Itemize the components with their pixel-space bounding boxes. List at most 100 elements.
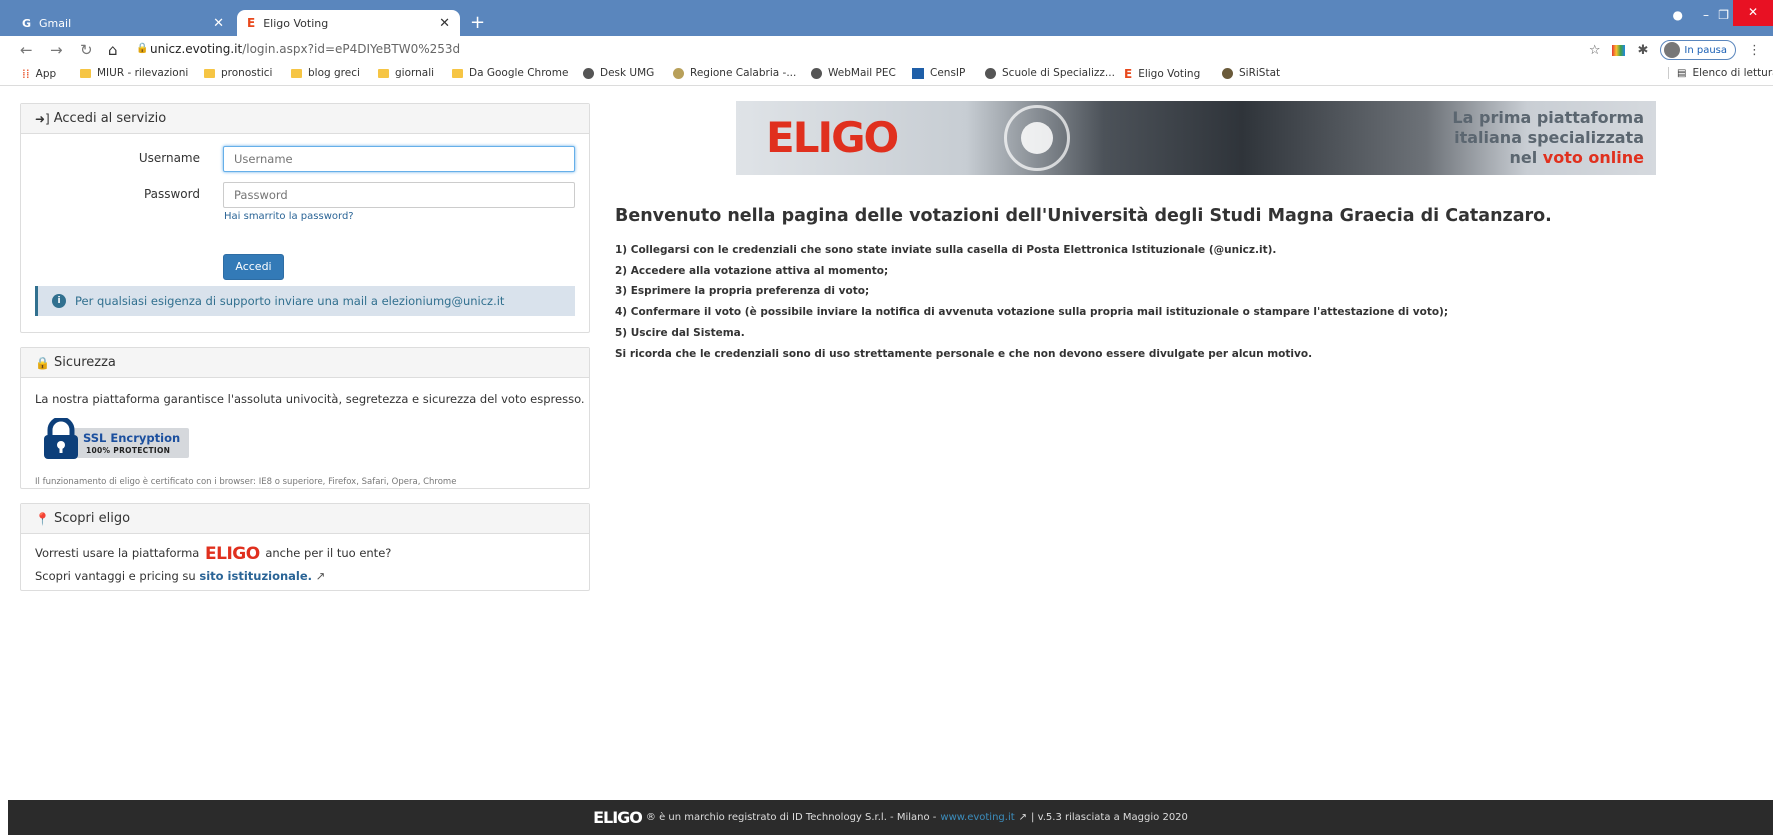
bookmark-star-icon[interactable]: ☆: [1589, 43, 1601, 58]
apps-grid-icon: ⁞⁞: [22, 67, 30, 81]
bookmark-giornali[interactable]: giornali: [378, 67, 434, 79]
reload-icon[interactable]: ↻: [80, 41, 93, 59]
security-panel: 🔒 Sicurezza La nostra piattaforma garant…: [20, 347, 590, 489]
banner-text: nel: [1509, 148, 1538, 167]
bookmark-da-google-chrome[interactable]: Da Google Chrome: [452, 67, 568, 79]
reading-list[interactable]: ▤ Elenco di lettura: [1668, 67, 1773, 79]
tab-title: Eligo Voting: [263, 16, 329, 30]
footer-logo: ELIGO: [593, 808, 643, 827]
bookmarks-bar: ⁞⁞ App MIUR - rilevazioni pronostici blog…: [0, 64, 1773, 86]
globe-icon: [985, 67, 996, 79]
browser-tabstrip: G Gmail ✕ E Eligo Voting ✕ + ● – ❐ ✕: [0, 0, 1773, 36]
discover-text: anche per il tuo ente?: [265, 546, 392, 560]
bookmark-label: Eligo Voting: [1138, 68, 1201, 80]
bookmark-label: WebMail PEC: [828, 67, 896, 79]
close-tab-icon[interactable]: ✕: [439, 16, 450, 31]
globe-icon: [1222, 67, 1233, 79]
bookmark-label: blog greci: [308, 67, 360, 79]
bookmark-eligo-voting[interactable]: E Eligo Voting: [1124, 67, 1200, 81]
tab-eligo-voting[interactable]: E Eligo Voting ✕: [237, 10, 460, 36]
folder-icon: [452, 68, 463, 78]
banner-line: italiana specializzata: [1454, 128, 1644, 147]
globe-icon: [673, 67, 684, 79]
username-label: Username: [138, 151, 200, 165]
home-icon[interactable]: ⌂: [108, 41, 118, 59]
touch-button-icon: [1021, 122, 1053, 154]
bookmark-label: giornali: [395, 67, 435, 79]
password-input[interactable]: [223, 182, 575, 208]
tab-title: Gmail: [39, 16, 72, 30]
panel-title: Scopri eligo: [53, 511, 131, 526]
bookmark-label: Da Google Chrome: [469, 67, 569, 79]
window-close-icon[interactable]: ✕: [1733, 0, 1773, 26]
back-icon[interactable]: ←: [20, 41, 33, 59]
evoting-link[interactable]: www.evoting.it: [940, 812, 1014, 823]
page-footer: ELIGO ® è un marchio registrato di ID Te…: [8, 800, 1773, 835]
globe-icon: [583, 67, 594, 79]
forward-icon[interactable]: →: [50, 41, 63, 59]
url-field[interactable]: unicz.evoting.it/login.aspx?id=eP4DIYeBT…: [150, 42, 460, 56]
lock-icon[interactable]: 🔒: [136, 43, 148, 54]
profile-status: In pausa: [1684, 44, 1727, 56]
instruction-step: 1) Collegarsi con le credenziali che son…: [615, 244, 1277, 256]
login-button[interactable]: Accedi: [223, 254, 284, 280]
bookmark-censip[interactable]: CensIP: [912, 67, 965, 79]
new-tab-button[interactable]: +: [470, 12, 485, 33]
external-link-icon[interactable]: ↗: [1019, 812, 1027, 823]
minimize-icon[interactable]: –: [1703, 8, 1709, 22]
eligo-favicon-icon: E: [247, 16, 256, 30]
bookmark-label: Regione Calabria -...: [690, 67, 797, 79]
banner-highlight: voto online: [1542, 148, 1644, 167]
bookmark-desk-umg[interactable]: Desk UMG: [583, 67, 654, 79]
sign-in-icon: ➜]: [35, 111, 50, 126]
bookmark-label: MIUR - rilevazioni: [97, 67, 189, 79]
extension-color-icon[interactable]: [1612, 44, 1626, 56]
bookmark-siristat[interactable]: SiRiStat: [1222, 67, 1280, 79]
bookmark-label: CensIP: [930, 67, 966, 79]
profile-pause-button[interactable]: In pausa: [1660, 40, 1736, 60]
discover-line-1: Vorresti usare la piattaforma ELIGO anch…: [35, 544, 391, 564]
bookmark-label: SiRiStat: [1239, 67, 1281, 79]
banner-line: La prima piattaforma: [1452, 108, 1644, 127]
bookmark-app[interactable]: ⁞⁞ App: [22, 67, 56, 81]
folder-icon: [80, 68, 91, 78]
credentials-notice: Si ricorda che le credenziali sono di us…: [615, 348, 1313, 360]
instruction-step: 3) Esprimere la propria preferenza di vo…: [615, 285, 870, 297]
security-text: La nostra piattaforma garantisce l'assol…: [35, 392, 585, 406]
close-tab-icon[interactable]: ✕: [213, 16, 224, 31]
security-panel-header: 🔒 Sicurezza: [21, 348, 589, 378]
bookmark-miur[interactable]: MIUR - rilevazioni: [80, 67, 188, 79]
reading-list-label: Elenco di lettura: [1692, 67, 1773, 79]
institutional-site-link[interactable]: sito istituzionale.: [199, 569, 312, 583]
instruction-step: 2) Accedere alla votazione attiva al mom…: [615, 265, 889, 277]
reading-list-icon: ▤: [1677, 67, 1687, 79]
forgot-password-link[interactable]: Hai smarrito la password?: [224, 211, 354, 222]
globe-icon: [811, 67, 822, 79]
discover-text: Vorresti usare la piattaforma: [35, 546, 200, 560]
bookmark-pronostici[interactable]: pronostici: [204, 67, 272, 79]
extensions-puzzle-icon[interactable]: ✱: [1637, 43, 1648, 58]
external-link-icon[interactable]: ↗: [316, 569, 326, 583]
menu-kebab-icon[interactable]: ⋮: [1748, 43, 1761, 58]
toolbar-icons: ☆ ✱ In pausa ⋮: [1589, 40, 1761, 60]
bookmark-regione-calabria[interactable]: Regione Calabria -...: [673, 67, 796, 79]
profile-dropdown-icon[interactable]: ●: [1673, 8, 1683, 22]
bookmark-label: pronostici: [221, 67, 273, 79]
footer-version: | v.5.3 rilasciata a Maggio 2020: [1031, 812, 1188, 823]
panel-title: Sicurezza: [53, 355, 116, 370]
url-host: unicz.evoting.it: [150, 42, 243, 56]
lock-icon: 🔒: [35, 355, 50, 370]
instruction-step: 4) Confermare il voto (è possibile invia…: [615, 306, 1449, 318]
bookmark-scuole[interactable]: Scuole di Specializz...: [985, 67, 1115, 79]
eligo-icon: E: [1124, 67, 1133, 81]
bookmark-webmail-pec[interactable]: WebMail PEC: [811, 67, 896, 79]
username-input[interactable]: [223, 146, 575, 172]
map-marker-icon: 📍: [35, 511, 50, 526]
bookmark-blog-greci[interactable]: blog greci: [291, 67, 360, 79]
eligo-banner: ELIGO La prima piattaforma italiana spec…: [736, 101, 1656, 175]
avatar: [1664, 42, 1681, 58]
restore-icon[interactable]: ❐: [1718, 8, 1729, 22]
discover-panel: 📍 Scopri eligo Vorresti usare la piattaf…: [20, 503, 590, 591]
tab-gmail[interactable]: G Gmail ✕: [12, 10, 234, 36]
url-path: /login.aspx?id=eP4DIYeBTW0%253d: [242, 42, 461, 56]
